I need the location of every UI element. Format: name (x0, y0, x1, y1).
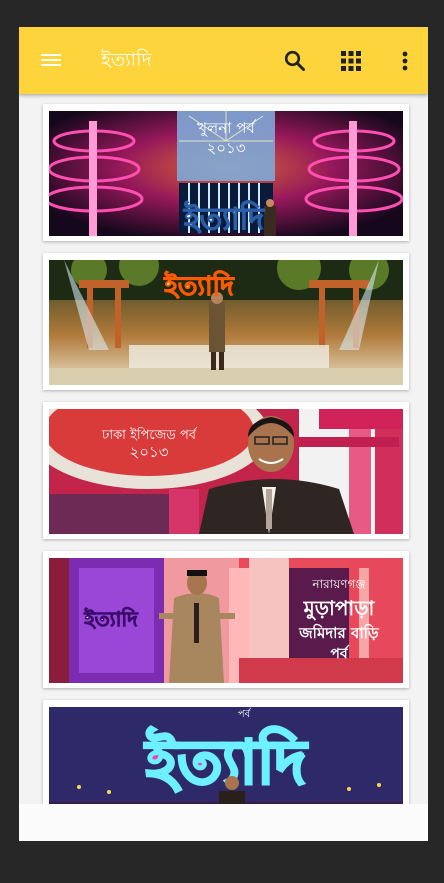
app-title: ইত্যাদি (101, 49, 152, 71)
search-icon[interactable] (281, 47, 309, 75)
episode-card[interactable]: পর্ব ইত্যাদি (43, 700, 409, 804)
overlay-text: পর্ব (238, 708, 251, 720)
overlay-text: ইত্যাদি (163, 270, 235, 302)
episode-card[interactable]: ঢাকা ইপিজেড পর্ব ২০১৩ (43, 402, 409, 539)
bottom-bar (19, 804, 428, 841)
overlay-text: ইত্যাদি (83, 607, 139, 631)
episode-card[interactable]: ইত্যাদি নারায়ণগঞ্জ মুড়াপাড়া জমিদার বা… (43, 551, 409, 688)
overlay-text: ইত্যাদি (144, 726, 308, 798)
grid-icon[interactable] (337, 47, 365, 75)
episode-thumbnail: ইত্যাদি (49, 260, 403, 385)
overlay-text: মুড়াপাড়া (303, 596, 376, 621)
overlay-text: খুলনা পর্ব (197, 119, 257, 137)
overlay-text: জমিদার বাড়ি (298, 623, 380, 642)
episode-thumbnail: খুলনা পর্ব ২০১৩ ইত্যাদি (49, 111, 403, 236)
overlay-text: পর্ব (330, 644, 349, 662)
episode-thumbnail: পর্ব ইত্যাদি (49, 707, 403, 804)
overlay-text: ২০১৩ (130, 443, 169, 461)
hamburger-menu-icon[interactable] (39, 50, 63, 70)
episode-thumbnail: ঢাকা ইপিজেড পর্ব ২০১৩ (49, 409, 403, 534)
overlay-text: ঢাকা ইপিজেড পর্ব (101, 427, 198, 443)
overlay-text: নারায়ণগঞ্জ (311, 577, 365, 591)
overlay-text: ইত্যাদি (183, 200, 265, 236)
phone-screen: ইত্যাদি খুলনা পর্ব ২০১৩ ইত্যাদি ইত্যাদি … (19, 27, 428, 841)
episode-card[interactable]: খুলনা পর্ব ২০১৩ ইত্যাদি (43, 104, 409, 241)
overlay-text: ২০১৩ (207, 139, 246, 157)
app-bar: ইত্যাদি (19, 27, 428, 94)
episode-thumbnail: ইত্যাদি নারায়ণগঞ্জ মুড়াপাড়া জমিদার বা… (49, 558, 403, 683)
episode-card[interactable]: ইত্যাদি (43, 253, 409, 390)
more-vertical-icon[interactable] (391, 47, 419, 75)
episode-list[interactable]: খুলনা পর্ব ২০১৩ ইত্যাদি ইত্যাদি ঢাকা ইপি… (19, 94, 428, 804)
